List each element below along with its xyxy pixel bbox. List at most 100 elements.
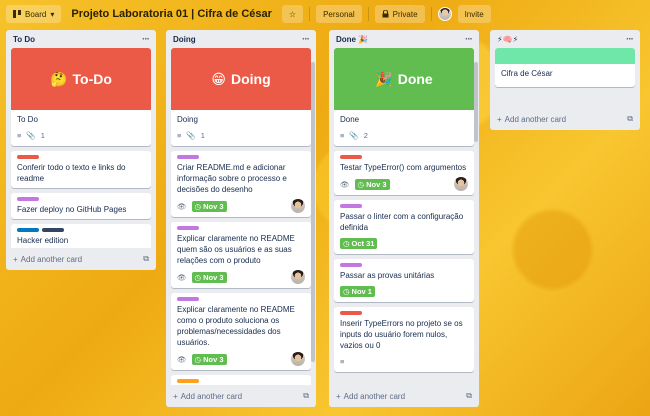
list-title[interactable]: ⚡🧠⚡ xyxy=(497,35,518,44)
member-avatar[interactable] xyxy=(291,352,305,366)
cover-card[interactable]: 🤔 To-Do To Do ≡ 📎 1 xyxy=(11,48,151,146)
lock-icon xyxy=(382,10,389,18)
card-title: Passar o linter com a configuração defin… xyxy=(340,212,464,232)
card-title: Fazer deploy no GitHub Pages xyxy=(17,205,127,214)
card-cover: 🎉 Done xyxy=(334,48,474,110)
list-scrollbar[interactable] xyxy=(311,62,315,362)
card-badges: ≡ 📎 1 xyxy=(177,129,305,142)
member-avatar[interactable] xyxy=(437,7,452,21)
description-icon: ≡ xyxy=(177,131,182,140)
member-avatar[interactable] xyxy=(291,199,305,213)
card-label[interactable] xyxy=(17,197,39,201)
attachment-icon: 📎 xyxy=(186,131,196,140)
privacy-label: Private xyxy=(392,9,418,19)
add-card-button[interactable]: + Add another card xyxy=(13,255,82,264)
list-footer: + Add another card ⧉ xyxy=(166,385,316,407)
card-badges: 👁 ◷ Nov 3 xyxy=(177,270,305,284)
list-header[interactable]: ⚡🧠⚡ ··· xyxy=(490,30,640,48)
clock-icon: ◷ xyxy=(194,272,202,282)
list-ideas: ⚡🧠⚡ ··· Cifra de César + Add another car… xyxy=(490,30,640,130)
list-scrollbar[interactable] xyxy=(474,62,478,142)
list-card[interactable]: Conferir todo o texto e links do readme xyxy=(11,151,151,188)
list-todo: To Do ··· 🤔 To-Do To Do ≡ 📎 1 Conferir t… xyxy=(6,30,156,270)
description-icon: ≡ xyxy=(340,357,345,366)
card-badges: 👁 ◷ Nov 3 xyxy=(177,199,305,213)
list-card[interactable] xyxy=(171,375,311,385)
list-title[interactable]: Doing xyxy=(173,35,196,44)
cover-card[interactable]: 😁 Doing Doing ≡ 📎 1 xyxy=(171,48,311,146)
card-label[interactable] xyxy=(340,311,362,315)
card-label[interactable] xyxy=(177,226,199,230)
list-card[interactable]: Criar README.md e adicionar informação s… xyxy=(171,151,311,217)
card-badges: ≡ xyxy=(340,355,468,368)
due-date-badge[interactable]: ◷ Nov 3 xyxy=(354,178,390,190)
due-date-badge[interactable]: ◷ Nov 3 xyxy=(191,200,227,212)
card-label[interactable] xyxy=(17,155,39,159)
card-title: Passar as provas unitárias xyxy=(340,271,435,280)
list-card[interactable]: Fazer deploy no GitHub Pages xyxy=(11,193,151,219)
list-header[interactable]: Done 🎉 ··· xyxy=(329,30,479,48)
list-menu-icon[interactable]: ··· xyxy=(465,34,473,45)
card-label[interactable] xyxy=(17,228,39,232)
due-date-badge[interactable]: ◷ Nov 3 xyxy=(191,271,227,283)
card-title: Doing xyxy=(177,115,198,124)
board-switcher-button[interactable]: Board ▾ xyxy=(6,5,62,23)
list-cards: 🎉 Done Done ≡ 📎 2 Testar TypeError() com… xyxy=(329,48,479,385)
template-icon[interactable]: ⧉ xyxy=(143,254,149,264)
board-switcher-label: Board xyxy=(25,9,47,19)
cover-text: To-Do xyxy=(72,71,112,87)
list-menu-icon[interactable]: ··· xyxy=(142,34,150,45)
list-card[interactable]: Inserir TypeErrors no projeto se os inpu… xyxy=(334,307,474,372)
card-label[interactable] xyxy=(177,379,199,383)
header-divider xyxy=(367,7,369,21)
list-menu-icon[interactable]: ··· xyxy=(302,34,310,45)
clock-icon: ◷ xyxy=(343,287,350,296)
list-menu-icon[interactable]: ··· xyxy=(626,34,634,45)
due-date-badge[interactable]: ◷ Oct 31 xyxy=(340,238,378,249)
list-card[interactable]: Explicar claramente no README como o pro… xyxy=(171,293,311,370)
due-date-badge[interactable]: ◷ Nov 3 xyxy=(191,353,227,365)
card-label[interactable] xyxy=(177,297,199,301)
cover-card[interactable]: 🎉 Done Done ≡ 📎 2 xyxy=(334,48,474,146)
board-title[interactable]: Projeto Laboratoria 01 | Cifra de César xyxy=(67,8,276,20)
member-avatar[interactable] xyxy=(291,270,305,284)
list-title[interactable]: Done 🎉 xyxy=(336,35,368,44)
card-cover: 🤔 To-Do xyxy=(11,48,151,110)
list-card[interactable]: Passar o linter com a configuração defin… xyxy=(334,200,474,254)
cover-text: Doing xyxy=(230,71,271,87)
clock-icon: ◷ xyxy=(343,239,350,248)
list-card[interactable]: Cifra de César xyxy=(495,48,635,87)
member-avatar[interactable] xyxy=(454,177,468,191)
list-card[interactable]: Passar as provas unitárias ◷ Nov 1 xyxy=(334,259,474,302)
team-visibility-button[interactable]: Personal xyxy=(316,5,362,23)
card-label[interactable] xyxy=(42,228,64,232)
due-date-badge[interactable]: ◷ Nov 1 xyxy=(340,286,375,297)
watch-icon: 👁 xyxy=(177,272,187,282)
card-label[interactable] xyxy=(340,155,362,159)
add-card-button[interactable]: + Add another card xyxy=(497,115,566,124)
list-card[interactable]: Testar TypeError() com argumentos 👁 ◷ No… xyxy=(334,151,474,195)
board-icon xyxy=(13,10,21,18)
add-card-button[interactable]: + Add another card xyxy=(336,392,405,401)
card-label[interactable] xyxy=(177,155,199,159)
card-badges: ≡ 📎 1 xyxy=(17,129,145,142)
clock-icon: ◷ xyxy=(194,201,202,211)
add-card-button[interactable]: + Add another card xyxy=(173,392,242,401)
list-footer: + Add another card ⧉ xyxy=(490,108,640,130)
template-icon[interactable]: ⧉ xyxy=(303,391,309,401)
card-label[interactable] xyxy=(340,204,362,208)
due-date: Nov 3 xyxy=(203,354,224,364)
list-title[interactable]: To Do xyxy=(13,35,35,44)
list-card[interactable]: Hacker edition xyxy=(11,224,151,248)
cover-text: Done xyxy=(397,71,433,87)
card-title: To Do xyxy=(17,115,38,124)
template-icon[interactable]: ⧉ xyxy=(466,391,472,401)
privacy-button[interactable]: Private xyxy=(374,5,425,23)
list-header[interactable]: To Do ··· xyxy=(6,30,156,48)
card-label[interactable] xyxy=(340,263,362,267)
list-card[interactable]: Explicar claramente no README quem são o… xyxy=(171,222,311,288)
star-button[interactable]: ☆ xyxy=(281,5,304,23)
invite-button[interactable]: Invite xyxy=(457,5,491,23)
template-icon[interactable]: ⧉ xyxy=(627,114,633,124)
list-header[interactable]: Doing ··· xyxy=(166,30,316,48)
